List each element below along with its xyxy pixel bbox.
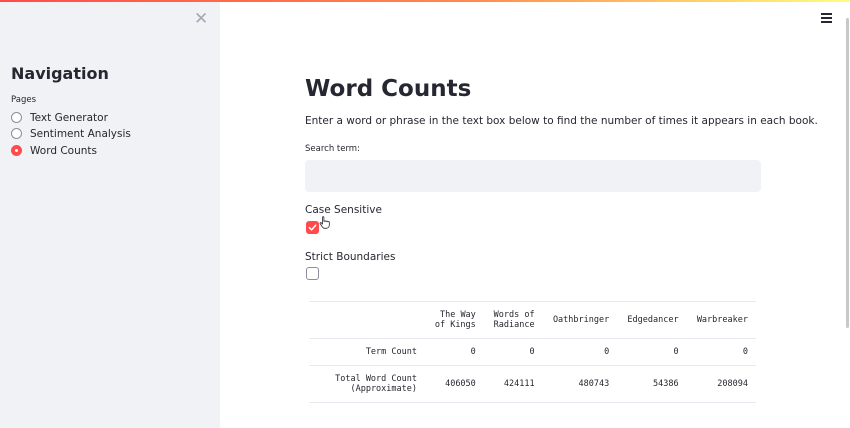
radio-button-icon[interactable]: [11, 112, 22, 123]
radio-text-generator[interactable]: Text Generator: [11, 110, 108, 125]
table-cell: 208094: [686, 365, 756, 403]
case-sensitive-label: Case Sensitive: [305, 204, 382, 216]
word-count-table: The Way of Kings Words of Radiance Oathbri…: [309, 301, 756, 403]
strict-boundaries-checkbox[interactable]: [306, 267, 319, 280]
close-sidebar-icon[interactable]: ✕: [194, 11, 208, 28]
table-cell: 406050: [425, 365, 484, 403]
table-row: Term Count 0 0 0 0 0: [309, 338, 756, 366]
row-label: Term Count: [309, 338, 425, 366]
sidebar: ✕ Navigation Pages Text Generator Sentim…: [0, 2, 220, 428]
table-cell: 0: [425, 338, 484, 366]
strict-boundaries-label: Strict Boundaries: [305, 251, 396, 263]
table-header-cell: Oathbringer: [542, 301, 618, 339]
table-header-cell: Words of Radiance: [483, 301, 543, 339]
table-header-cell: Edgedancer: [617, 301, 687, 339]
row-label: Total Word Count (Approximate): [309, 365, 425, 403]
table-cell: 480743: [542, 365, 618, 403]
search-term-label: Search term:: [305, 144, 360, 154]
nav-title: Navigation: [11, 64, 109, 83]
search-term-input[interactable]: [305, 160, 761, 192]
radio-word-counts[interactable]: Word Counts: [11, 143, 97, 158]
table-header-cell: The Way of Kings: [425, 301, 484, 339]
radio-label: Sentiment Analysis: [30, 127, 131, 140]
checkmark-icon: [308, 224, 317, 231]
table-cell: 0: [483, 338, 543, 366]
table-header-corner: [309, 301, 425, 339]
table-row: Total Word Count (Approximate) 406050 424…: [309, 365, 756, 403]
table-cell: 424111: [483, 365, 543, 403]
table-cell: 0: [617, 338, 687, 366]
table-header-cell: Warbreaker: [686, 301, 756, 339]
table-cell: 0: [686, 338, 756, 366]
radio-button-icon[interactable]: [11, 128, 22, 139]
case-sensitive-checkbox[interactable]: [306, 221, 319, 234]
table-cell: 0: [542, 338, 618, 366]
radio-label: Word Counts: [30, 144, 97, 157]
hand-pointer-cursor-icon: [319, 216, 330, 229]
hamburger-icon[interactable]: [821, 13, 832, 23]
table-cell: 54386: [617, 365, 687, 403]
page-scrollbar[interactable]: [846, 18, 849, 328]
pages-label: Pages: [11, 95, 37, 105]
page-title: Word Counts: [305, 76, 472, 102]
radio-sentiment-analysis[interactable]: Sentiment Analysis: [11, 126, 131, 141]
radio-button-selected-icon[interactable]: [11, 145, 22, 156]
table-header-row: The Way of Kings Words of Radiance Oathbri…: [309, 301, 756, 339]
page-description: Enter a word or phrase in the text box b…: [305, 115, 818, 127]
radio-label: Text Generator: [30, 111, 108, 124]
